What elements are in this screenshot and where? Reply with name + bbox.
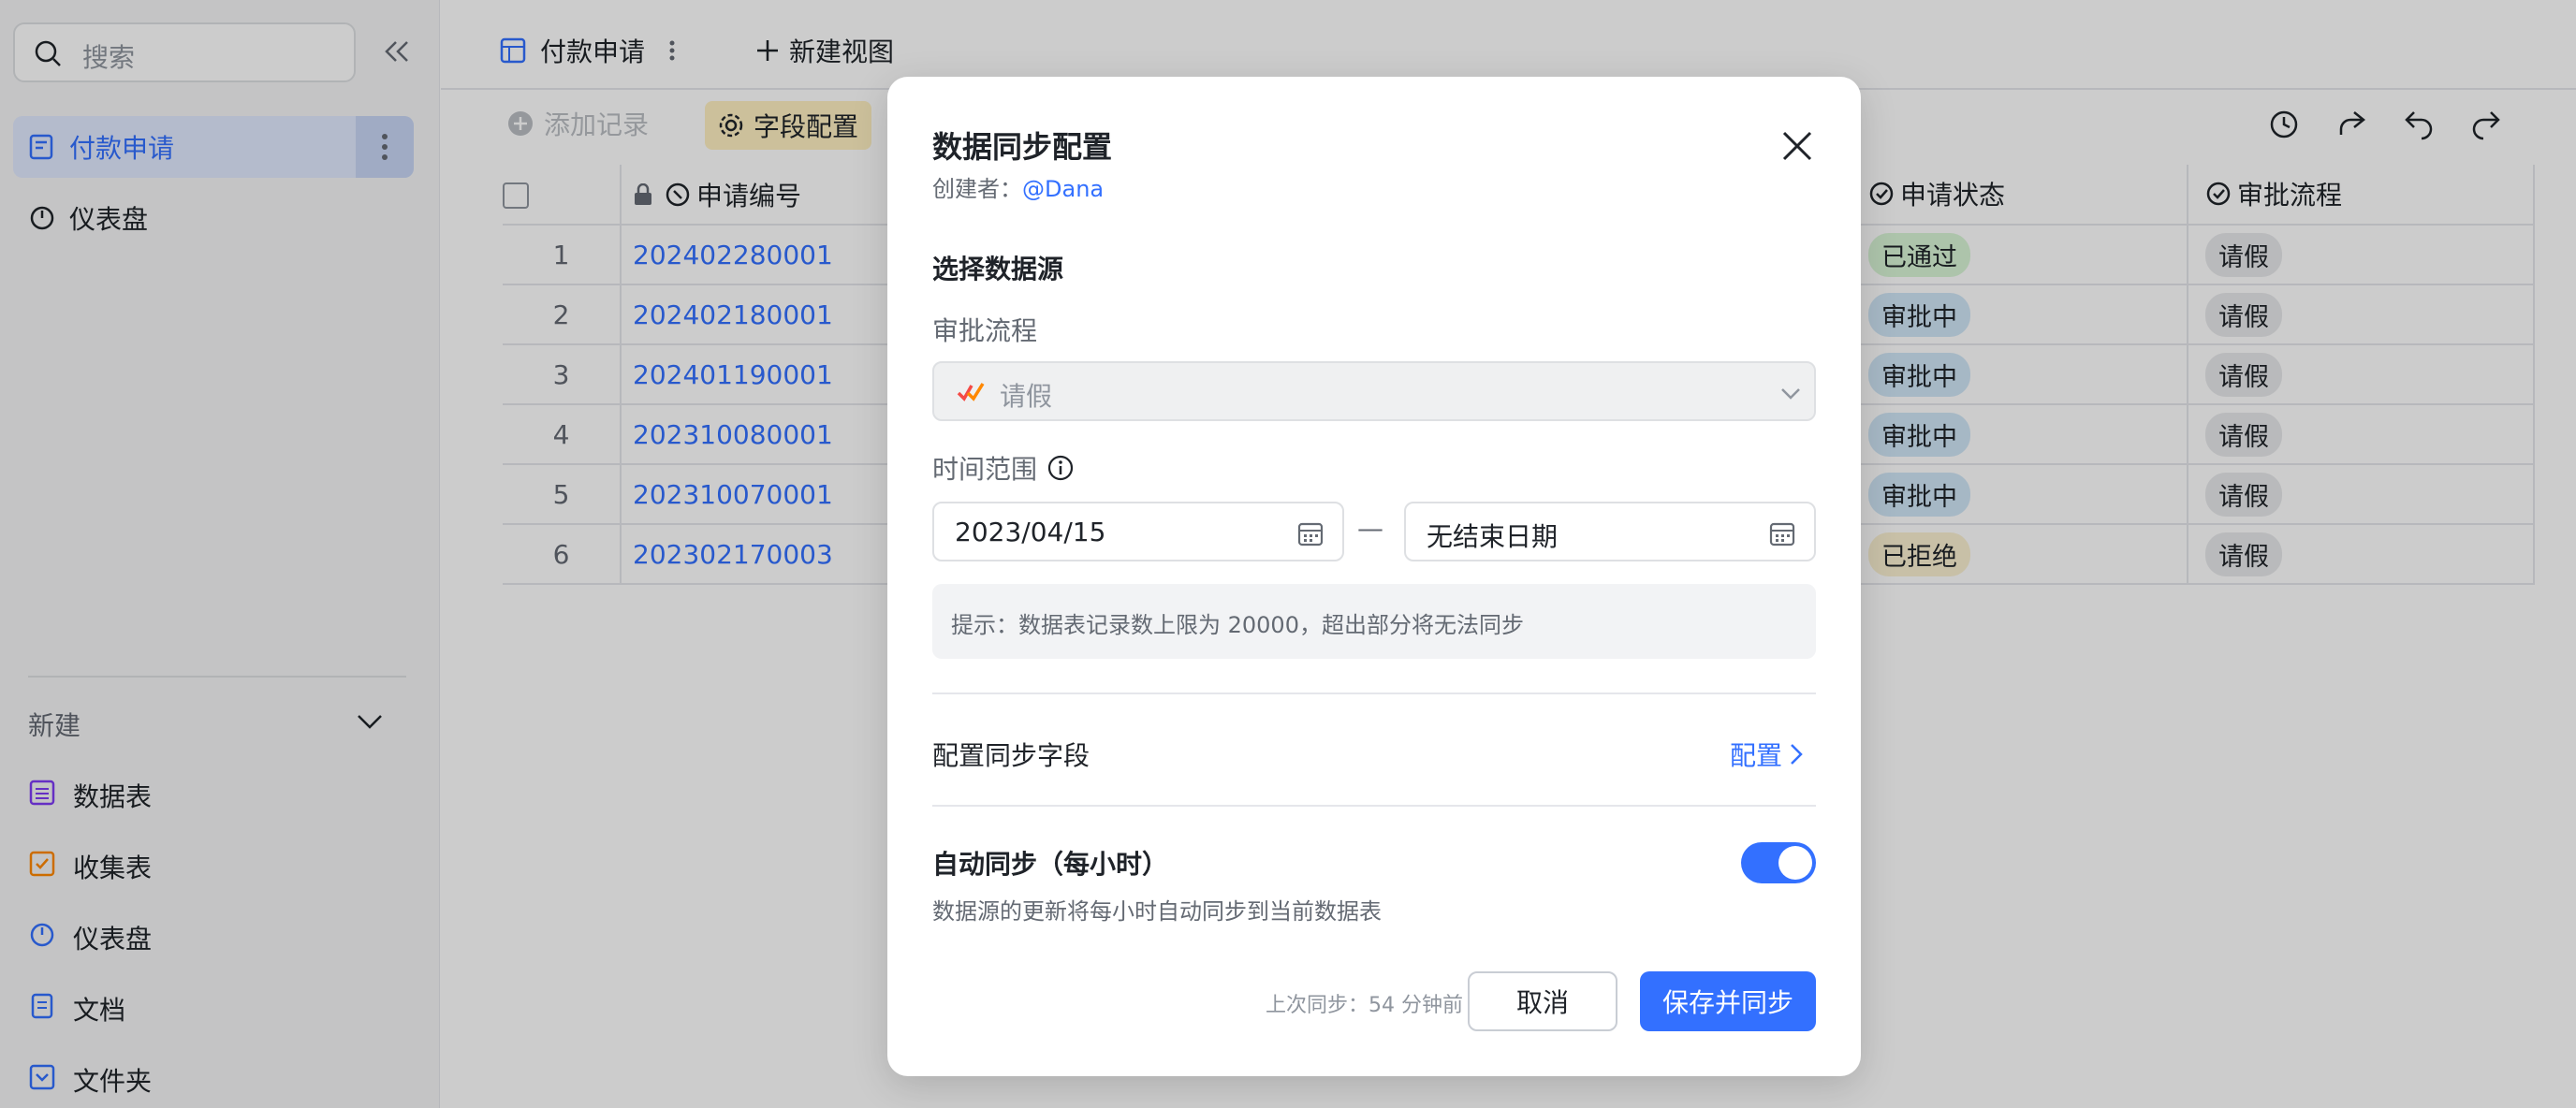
creator-mention[interactable]: @Dana: [1022, 176, 1104, 202]
toggle-knob: [1778, 846, 1812, 880]
creator-label: 创建者：: [932, 176, 1022, 202]
dialog-title: 数据同步配置: [932, 129, 1113, 165]
config-fields-link[interactable]: 配置: [1730, 736, 1803, 773]
approval-flow-select[interactable]: 请假: [932, 361, 1816, 421]
hint-text: 提示：数据表记录数上限为 20000，超出部分将无法同步: [951, 612, 1524, 638]
start-date-input[interactable]: 2023/04/15: [932, 502, 1344, 561]
approval-app-icon: [957, 380, 985, 402]
config-fields-label: 配置同步字段: [932, 740, 1090, 771]
info-icon[interactable]: [1046, 454, 1075, 482]
cancel-button[interactable]: 取消: [1468, 971, 1617, 1031]
auto-sync-description: 数据源的更新将每小时自动同步到当前数据表: [932, 898, 1382, 925]
chevron-down-icon: [1780, 387, 1801, 401]
auto-sync-section: 自动同步（每小时） 数据源的更新将每小时自动同步到当前数据表: [908, 807, 1842, 940]
time-range-label-row: 时间范围: [932, 449, 1075, 487]
time-range-label: 时间范围: [932, 454, 1038, 485]
calendar-icon[interactable]: [1297, 520, 1324, 547]
select-source-title: 选择数据源: [932, 254, 1064, 284]
date-separator: —: [1357, 513, 1383, 544]
close-icon[interactable]: [1780, 129, 1814, 163]
auto-sync-toggle[interactable]: [1741, 842, 1816, 883]
last-sync-time: 上次同步：54 分钟前: [1266, 994, 1463, 1017]
divider: [932, 692, 1816, 694]
config-link-label: 配置: [1730, 740, 1783, 771]
save-and-sync-button[interactable]: 保存并同步: [1640, 971, 1816, 1031]
sync-config-dialog: 数据同步配置 创建者：@Dana 选择数据源 审批流程 请假 时间范围 2023…: [887, 77, 1861, 1076]
start-date-value: 2023/04/15: [955, 517, 1106, 547]
approval-flow-value: 请假: [1000, 381, 1053, 412]
end-date-input[interactable]: 无结束日期: [1404, 502, 1816, 561]
auto-sync-title: 自动同步（每小时）: [932, 849, 1169, 880]
chevron-right-icon: [1790, 743, 1803, 765]
end-date-value: 无结束日期: [1427, 521, 1559, 552]
creator-info: 创建者：@Dana: [932, 170, 1104, 203]
calendar-icon[interactable]: [1769, 520, 1795, 547]
record-limit-hint: 提示：数据表记录数上限为 20000，超出部分将无法同步: [932, 584, 1816, 659]
approval-flow-label: 审批流程: [932, 315, 1038, 346]
